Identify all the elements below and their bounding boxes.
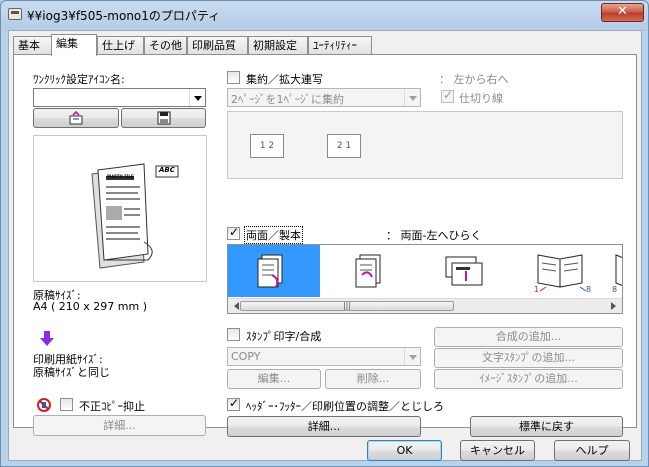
tab-print-quality[interactable]: 印刷品質 — [187, 36, 248, 55]
copy-protect-icon — [37, 398, 51, 412]
booklet-icon — [257, 254, 283, 288]
duplex-option-booklet[interactable]: 1 8 — [516, 245, 608, 297]
nup-direction-label: ： 左から右へ — [439, 73, 509, 86]
chevron-down-icon[interactable] — [404, 348, 420, 365]
header-footer-detail-button[interactable]: 詳細... — [227, 416, 421, 437]
add-text-stamp-button[interactable]: 文字ｽﾀﾝﾌﾟの追加... — [434, 348, 623, 368]
preview-heading: PHOTO FILE — [107, 174, 134, 179]
nup-label: 集約／拡大連写 — [246, 73, 323, 86]
properties-window: ¥¥iog3¥f505-mono1のプロパティ ✕ 基本 編集 仕上げ その他 … — [0, 0, 649, 467]
one-click-label: ﾜﾝｸﾘｯｸ設定ｱｲｺﾝ名: — [33, 73, 125, 86]
ok-button[interactable]: OK — [367, 440, 442, 461]
scrollbar-thumb[interactable]: ||| — [240, 301, 454, 311]
duplex-option-left-open[interactable] — [228, 245, 320, 297]
booklet-last-page-mark: 8 — [586, 285, 592, 294]
tab-utility[interactable]: ﾕｰﾃｨﾘﾃｨｰ — [308, 36, 372, 55]
separator-line-label: 仕切り線 — [459, 92, 503, 105]
header-footer-checkbox[interactable] — [227, 396, 240, 411]
duplex-option-top-open[interactable] — [324, 245, 416, 297]
nup-checkbox[interactable] — [227, 71, 240, 84]
nup-select-value: 2ﾍﾟｰｼﾞを1ﾍﾟｰｼﾞに集約 — [231, 93, 344, 106]
booklet-icon — [445, 256, 483, 286]
save-disk-icon — [157, 111, 170, 125]
title-bar: ¥¥iog3¥f505-mono1のプロパティ ✕ — [1, 1, 648, 29]
close-button[interactable]: ✕ — [601, 3, 644, 22]
original-size-value: A4 ( 210 x 297 mm ) — [33, 300, 148, 313]
save-button[interactable] — [121, 108, 206, 128]
tab-finishing[interactable]: 仕上げ — [97, 36, 144, 55]
header-footer-label: ﾍｯﾀﾞｰ･ﾌｯﾀｰ／印刷位置の調整／とじしろ — [246, 400, 444, 413]
chevron-down-icon[interactable] — [404, 89, 420, 106]
stamp-label: ｽﾀﾝﾌﾟ印字/合成 — [246, 330, 322, 343]
duplex-option-more[interactable]: 8 — [612, 245, 622, 297]
duplex-label: 両面／製本 — [244, 226, 303, 244]
copy-protect-label: 不正ｺﾋﾟｰ抑止 — [79, 400, 145, 413]
chevron-down-icon[interactable] — [189, 89, 205, 106]
scroll-right-icon[interactable] — [611, 302, 620, 310]
duplex-options-strip[interactable]: 1 8 8 ||| — [227, 244, 623, 314]
stamp-edit-button[interactable]: 編集... — [227, 369, 321, 389]
reset-defaults-button[interactable]: 標準に戻す — [470, 416, 623, 437]
separator-line-checkbox[interactable] — [441, 88, 454, 103]
duplex-option-flip[interactable] — [420, 245, 512, 297]
booklet-icon — [537, 254, 587, 292]
stamp-checkbox[interactable] — [227, 328, 240, 341]
print-paper-size-value: 原稿ｻｲｽﾞと同じ — [33, 366, 110, 379]
printer-icon — [8, 8, 22, 20]
duplex-value: ： 両面-左へひらく — [386, 229, 482, 242]
nup-select[interactable]: 2ﾍﾟｰｼﾞを1ﾍﾟｰｼﾞに集約 — [227, 88, 421, 107]
booklet-icon — [355, 254, 381, 288]
stamp-icon — [69, 110, 83, 125]
scroll-left-icon[interactable] — [230, 302, 239, 310]
tab-other[interactable]: その他 — [144, 36, 187, 55]
load-stamp-button[interactable] — [33, 108, 119, 128]
window-title: ¥¥iog3¥f505-mono1のプロパティ — [27, 9, 221, 23]
add-composite-button[interactable]: 合成の追加... — [434, 327, 623, 347]
copy-protect-detail-button[interactable]: 詳細... — [33, 415, 206, 436]
dialog-client: 基本 編集 仕上げ その他 印刷品質 初期設定 ﾕｰﾃｨﾘﾃｨｰ ﾜﾝｸﾘｯｸ設… — [8, 30, 642, 461]
nup-preview: 1 2 2 1 — [227, 111, 623, 179]
arrow-down-icon — [40, 331, 54, 346]
tab-basic[interactable]: 基本 — [13, 36, 52, 55]
page-preview: PHOTO FILE ABC — [33, 135, 207, 282]
stamp-delete-button[interactable]: 削除... — [325, 369, 421, 389]
booklet-first-page-mark: 1 — [534, 285, 540, 294]
duplex-scrollbar[interactable]: ||| — [228, 298, 622, 313]
stamp-select-value: COPY — [231, 350, 261, 363]
nup-page-sample-b: 2 1 — [327, 134, 361, 158]
add-image-stamp-button[interactable]: ｲﾒｰｼﾞｽﾀﾝﾌﾟの追加... — [434, 369, 623, 389]
tab-edit[interactable]: 編集 — [51, 34, 97, 56]
help-button[interactable]: ヘルプ — [554, 440, 630, 461]
stamp-select[interactable]: COPY — [227, 347, 421, 366]
tab-initial-settings[interactable]: 初期設定 — [248, 36, 308, 55]
cancel-button[interactable]: キャンセル — [460, 440, 535, 461]
copy-protect-checkbox[interactable] — [60, 398, 73, 411]
one-click-combo[interactable] — [33, 88, 206, 107]
document-preview-image — [91, 163, 179, 269]
nup-page-sample-a: 1 2 — [250, 134, 284, 158]
edit-tab-panel: ﾜﾝｸﾘｯｸ設定ｱｲｺﾝ名: PHOTO FILE ABC 原稿ｻｲｽﾞ: A4… — [13, 54, 637, 437]
booklet-edge-page-mark: 8 — [612, 285, 618, 294]
preview-tag: ABC — [159, 166, 175, 174]
duplex-checkbox[interactable] — [227, 225, 240, 240]
